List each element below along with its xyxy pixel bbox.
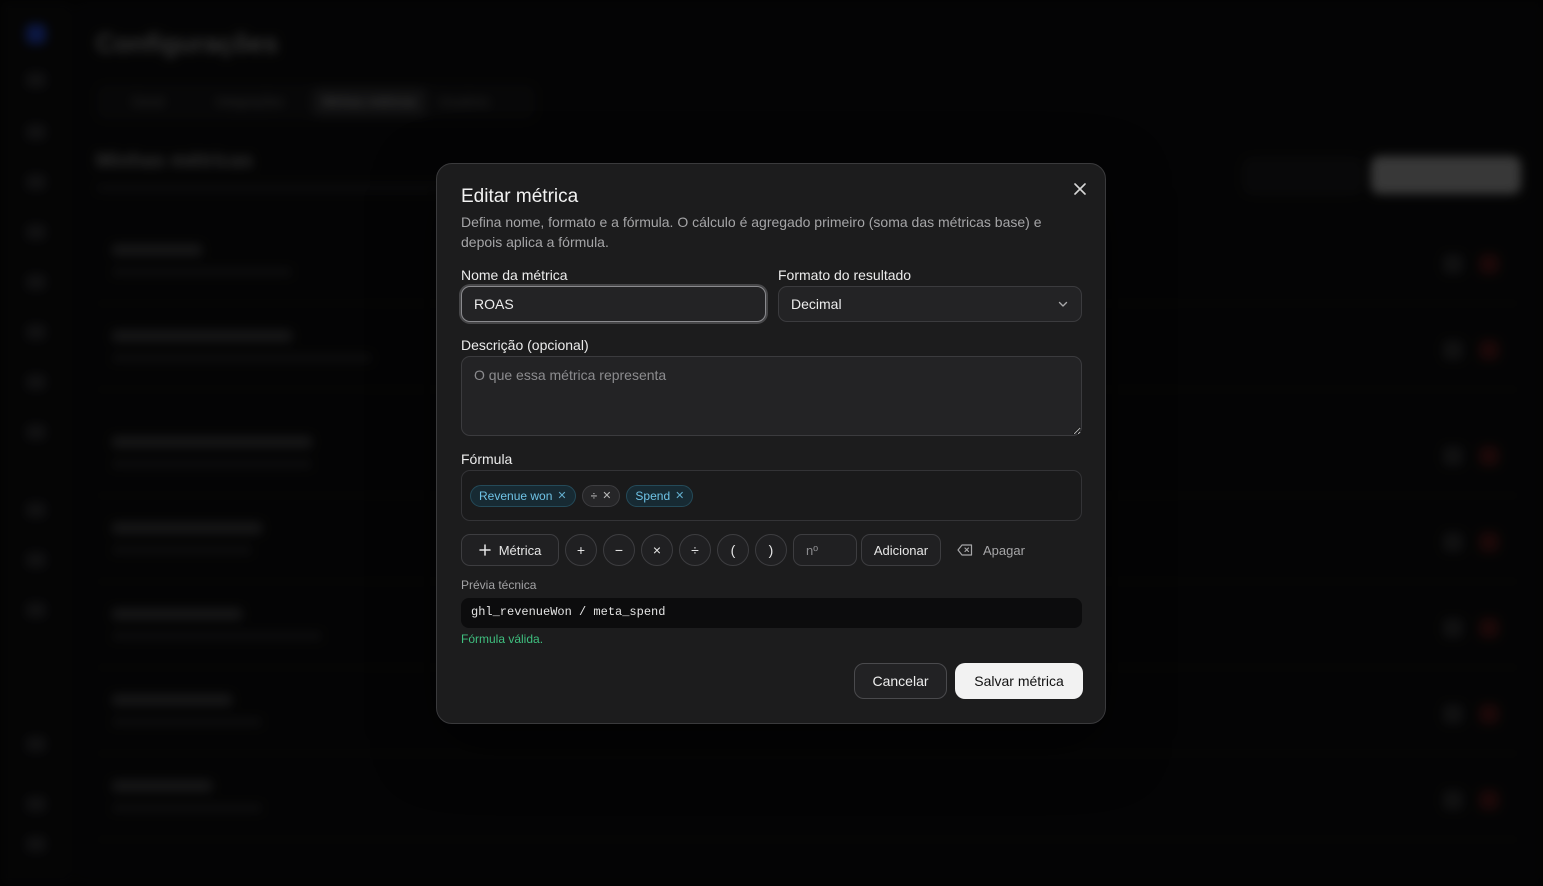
edit-metric-dialog: Editar métrica Defina nome, formato e a …: [436, 163, 1106, 724]
formula-valid-message: Fórmula válida.: [461, 632, 544, 646]
technical-preview-label: Prévia técnica: [461, 578, 537, 592]
operator-times-button[interactable]: ×: [641, 534, 673, 566]
erase-label: Apagar: [983, 542, 1025, 558]
chevron-down-icon: [1058, 301, 1068, 307]
close-icon[interactable]: ✕: [557, 489, 566, 502]
close-button[interactable]: [1069, 178, 1091, 200]
metric-name-input[interactable]: [461, 286, 766, 322]
result-format-select[interactable]: Decimal: [778, 286, 1082, 322]
description-label: Descrição (opcional): [461, 337, 589, 353]
operator-minus-button[interactable]: −: [603, 534, 635, 566]
erase-button[interactable]: Apagar: [957, 534, 1025, 566]
operator-divide-button[interactable]: ÷: [679, 534, 711, 566]
formula-builder[interactable]: Revenue won ✕ ÷ ✕ Spend ✕: [461, 470, 1082, 521]
plus-icon: [478, 544, 491, 556]
formula-token-label: Spend: [635, 488, 671, 503]
number-input[interactable]: [793, 534, 857, 566]
metric-name-label: Nome da métrica: [461, 267, 568, 283]
formula-token[interactable]: Spend ✕: [626, 484, 694, 507]
operator-plus-button[interactable]: +: [565, 534, 597, 566]
backspace-icon: [957, 544, 973, 556]
formula-token[interactable]: ÷ ✕: [581, 484, 621, 507]
formula-token-label: Revenue won: [479, 488, 553, 503]
open-paren-button[interactable]: (: [717, 534, 749, 566]
close-paren-button[interactable]: ): [755, 534, 787, 566]
close-icon[interactable]: ✕: [602, 489, 611, 502]
description-textarea[interactable]: [461, 356, 1082, 436]
result-format-label: Formato do resultado: [778, 267, 912, 283]
add-number-button[interactable]: Adicionar: [861, 534, 941, 566]
save-metric-button[interactable]: Salvar métrica: [955, 663, 1083, 699]
formula-token[interactable]: Revenue won ✕: [470, 484, 576, 507]
close-icon[interactable]: ✕: [675, 489, 684, 502]
dialog-description: Defina nome, formato e a fórmula. O cálc…: [461, 214, 1042, 250]
add-metric-button[interactable]: Métrica: [461, 534, 559, 566]
formula-token-label: ÷: [590, 488, 598, 503]
formula-label: Fórmula: [461, 451, 513, 467]
dialog-title: Editar métrica: [461, 186, 579, 207]
result-format-value: Decimal: [791, 296, 842, 312]
technical-preview-code: ghl_revenueWon / meta_spend: [461, 598, 1082, 628]
add-metric-label: Métrica: [498, 542, 542, 558]
close-icon: [1074, 183, 1086, 195]
cancel-button[interactable]: Cancelar: [854, 663, 947, 699]
